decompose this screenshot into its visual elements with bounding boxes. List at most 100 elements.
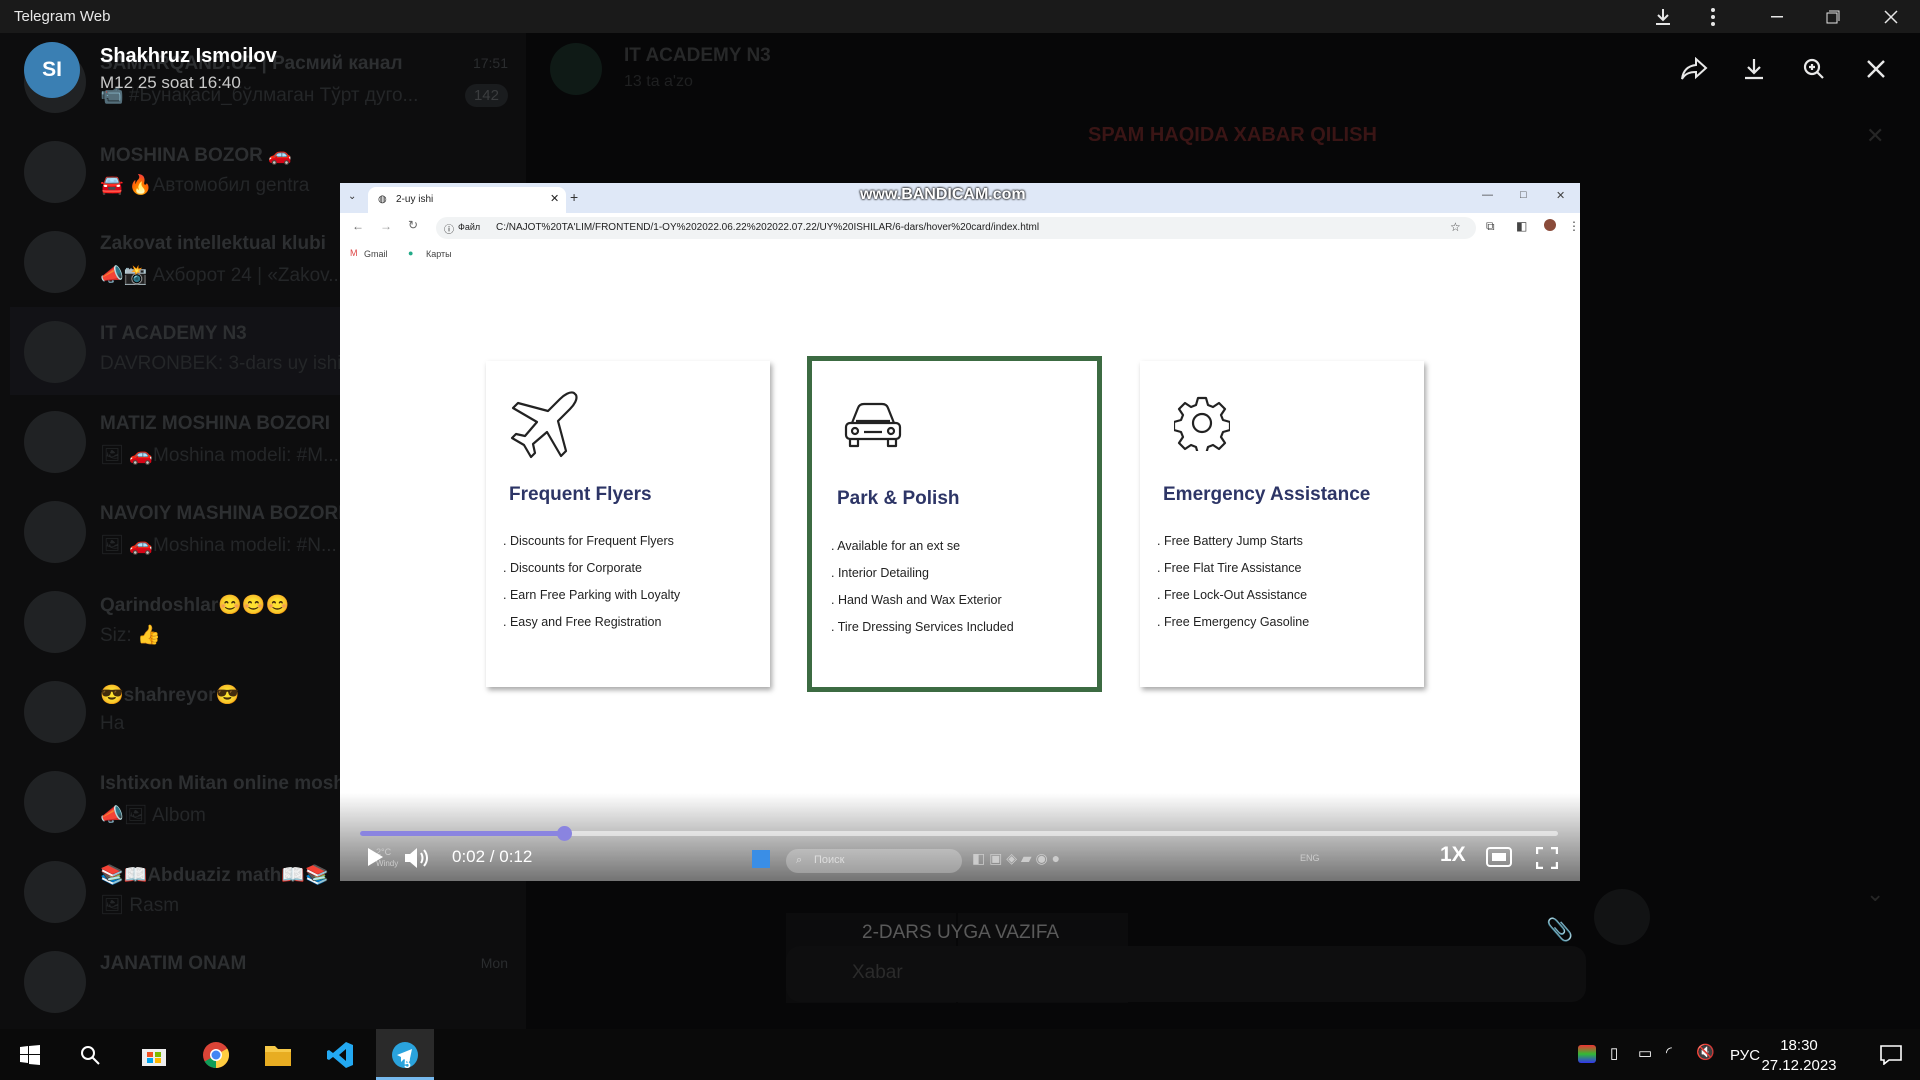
back-icon[interactable]: ←: [352, 219, 364, 233]
chat-name: IT ACADEMY N3: [100, 323, 247, 344]
media-viewer-header: SI Shakhruz Ismoilov M12 25 soat 16:40: [0, 33, 1920, 105]
window-title-bar: Telegram Web: [0, 0, 1920, 33]
chat-avatar: [24, 771, 86, 833]
volume-muted-icon[interactable]: 🔇: [1696, 1043, 1715, 1061]
browser-close[interactable]: ✕: [1556, 189, 1565, 202]
file-explorer-icon[interactable]: [252, 1029, 304, 1080]
chat-last-message: 🖼 🚗Moshina modeli: #N...: [100, 535, 337, 556]
chat-avatar: [24, 861, 86, 923]
close-banner-icon[interactable]: ✕: [1866, 123, 1884, 149]
voice-button[interactable]: [1594, 889, 1650, 945]
url-field[interactable]: ⓘ Файл C:/NAJOT%20TA'LIM/FRONTEND/1-OY%2…: [436, 217, 1476, 239]
browser-minimize[interactable]: —: [1482, 189, 1493, 201]
browser-tab[interactable]: ◍ 2-uy ishi ✕: [368, 187, 566, 213]
chat-name: 📚📖Abduaziz math📖📚: [100, 865, 329, 886]
card-list-item: . Earn Free Parking with Loyalty: [503, 588, 681, 602]
card-list-item: . Free Emergency Gasoline: [1157, 615, 1310, 629]
card-list-item: . Tire Dressing Services Included: [831, 620, 1014, 634]
chat-name: MATIZ MOSHINA BOZORI: [100, 413, 331, 434]
window-title: Telegram Web: [14, 8, 111, 25]
bookmark-maps[interactable]: Карты: [426, 249, 452, 259]
close-window-button[interactable]: [1868, 0, 1914, 33]
card-title: Frequent Flyers: [509, 484, 652, 505]
chat-avatar: [24, 681, 86, 743]
profile-avatar[interactable]: [1544, 219, 1556, 231]
chat-avatar: [24, 591, 86, 653]
notifications-icon[interactable]: [1880, 1045, 1902, 1070]
chat-list-item[interactable]: JANATIM ONAM Mon: [10, 937, 518, 1025]
sender-name[interactable]: Shakhruz Ismoilov: [100, 45, 277, 68]
url-text: C:/NAJOT%20TA'LIM/FRONTEND/1-OY%202022.0…: [496, 222, 1040, 233]
zoom-in-icon[interactable]: [1794, 49, 1834, 89]
play-icon[interactable]: [366, 847, 384, 872]
store-icon[interactable]: [128, 1029, 180, 1080]
media-caption: 2-DARS UYGA VAZIFA: [862, 922, 1060, 943]
card-park-polish[interactable]: Park & Polish . Available for an ext se …: [807, 356, 1102, 692]
message-compose-box[interactable]: [786, 946, 1586, 1002]
picture-in-picture-icon[interactable]: [1486, 847, 1512, 872]
telegram-taskbar-icon[interactable]: 5: [376, 1029, 434, 1080]
gear-icon: [1172, 395, 1232, 456]
globe-icon: ◍: [378, 194, 387, 205]
minimize-button[interactable]: [1754, 0, 1800, 33]
volume-icon[interactable]: [404, 847, 430, 874]
bookmark-gmail[interactable]: Gmail: [364, 249, 388, 259]
recorded-app-icons: ◧ ▣ ◈ ▰ ◉ ●: [972, 850, 1061, 866]
save-media-icon[interactable]: [1734, 49, 1774, 89]
seek-progress: [360, 831, 564, 836]
chat-avatar: [24, 231, 86, 293]
extensions-icon[interactable]: ⧉: [1486, 219, 1495, 234]
restore-button[interactable]: [1810, 0, 1856, 33]
fullscreen-icon[interactable]: [1535, 846, 1559, 874]
forward-nav-icon[interactable]: →: [380, 219, 392, 233]
chat-last-message: Ha: [100, 713, 125, 734]
recorded-windows-icon: [752, 850, 770, 868]
forward-icon[interactable]: [1674, 49, 1714, 89]
usb-icon[interactable]: ▯: [1610, 1044, 1618, 1062]
reload-icon[interactable]: ↻: [408, 218, 418, 232]
chat-name: Qarindoshlar😊😊😊: [100, 595, 290, 616]
browser-maximize[interactable]: □: [1520, 189, 1527, 201]
scroll-down-icon[interactable]: ⌄: [1866, 881, 1884, 907]
close-viewer-icon[interactable]: [1856, 49, 1896, 89]
chat-time: Mon: [480, 955, 508, 971]
card-list: . Discounts for Frequent Flyers . Discou…: [503, 528, 680, 636]
more-menu-icon[interactable]: [1690, 0, 1736, 33]
card-title: Park & Polish: [837, 488, 960, 509]
new-tab-icon[interactable]: +: [570, 189, 578, 205]
tab-close-icon[interactable]: ✕: [550, 192, 559, 205]
system-clock[interactable]: 18:30 27.12.2023: [1754, 1036, 1844, 1076]
vscode-icon[interactable]: [314, 1029, 366, 1080]
airplane-icon: [508, 389, 580, 464]
attach-icon[interactable]: 📎: [1546, 917, 1573, 943]
chat-name: 😎shahreyor😎: [100, 685, 240, 706]
playback-speed-button[interactable]: 1X: [1440, 843, 1466, 867]
bookmark-star-icon[interactable]: ☆: [1450, 220, 1461, 234]
chat-avatar: [24, 501, 86, 563]
chat-name: MOSHINA BOZOR 🚗: [100, 145, 292, 166]
seek-handle[interactable]: [556, 826, 572, 841]
sender-avatar[interactable]: SI: [24, 42, 80, 98]
download-icon[interactable]: [1640, 0, 1686, 33]
tray-app-icon[interactable]: [1578, 1045, 1596, 1063]
spam-report-banner[interactable]: SPAM HAQIDA XABAR QILISH: [1088, 124, 1377, 147]
tab-search-icon[interactable]: ⌄: [348, 191, 356, 202]
recorded-search-text: Поиск: [814, 854, 845, 866]
start-button[interactable]: [4, 1029, 56, 1080]
recorded-search-icon: ⌕: [796, 854, 803, 866]
battery-icon[interactable]: ▭: [1638, 1044, 1652, 1062]
search-icon[interactable]: [64, 1029, 116, 1080]
chat-avatar: [24, 411, 86, 473]
card-emergency-assistance[interactable]: Emergency Assistance . Free Battery Jump…: [1140, 361, 1424, 687]
card-list-item: . Discounts for Corporate: [503, 561, 642, 575]
telegram-badge: 5: [404, 1057, 411, 1071]
side-panel-icon[interactable]: ◧: [1516, 219, 1527, 233]
chat-last-message: 📣📸 Ахборот 24 | «Zakov...: [100, 265, 345, 286]
wifi-icon[interactable]: ◜: [1666, 1043, 1672, 1061]
chrome-icon[interactable]: [190, 1029, 242, 1080]
browser-menu-icon[interactable]: ⋮: [1568, 219, 1580, 233]
video-player[interactable]: ⌄ ◍ 2-uy ishi ✕ + www.BANDICAM.com — □ ✕…: [340, 183, 1580, 881]
seek-bar[interactable]: [360, 826, 1558, 841]
card-list: . Available for an ext se . Interior Det…: [831, 533, 1014, 641]
card-frequent-flyers[interactable]: Frequent Flyers . Discounts for Frequent…: [486, 361, 770, 687]
